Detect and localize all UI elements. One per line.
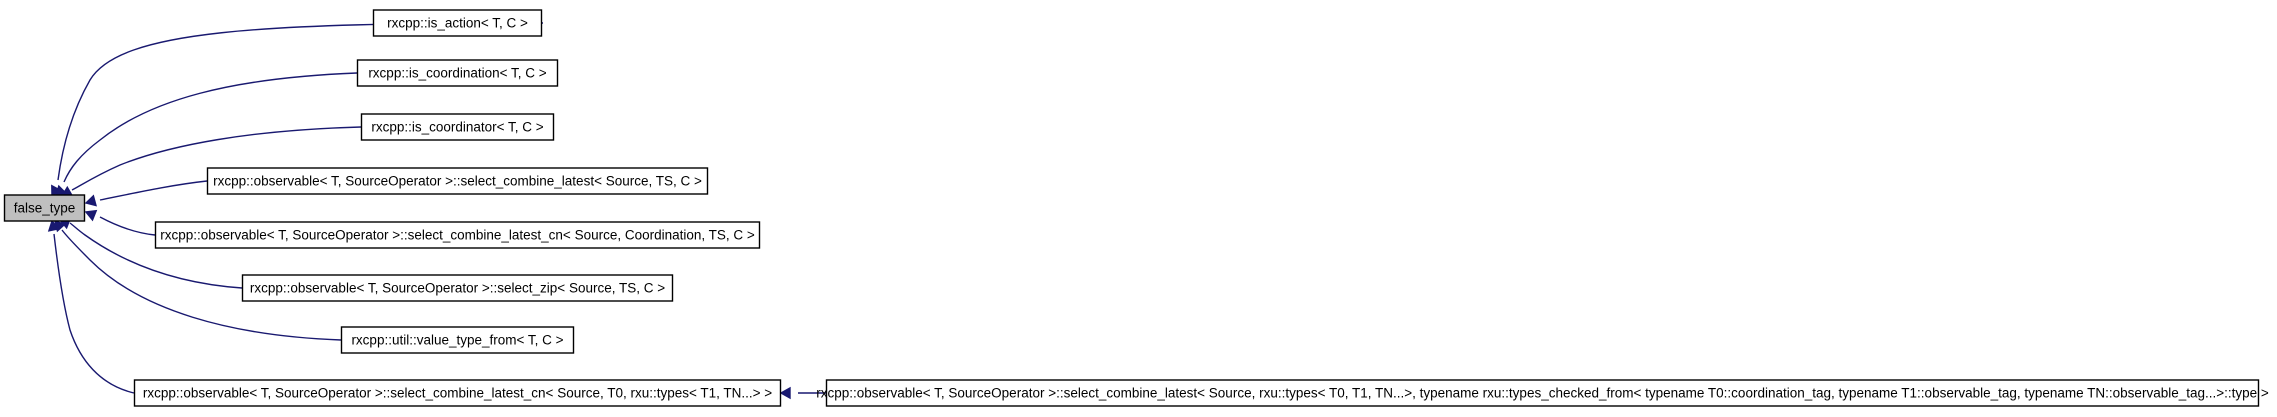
node-select-combine-latest-types-checked-label: rxcpp::observable< T, SourceOperator >::…: [816, 386, 2269, 401]
node-root[interactable]: false_type: [3, 194, 86, 222]
edge-select-combine-latest-cn-types: [47, 219, 135, 394]
node-root-label: false_type: [14, 201, 76, 216]
edge-line: [57, 22, 544, 181]
node-select-combine-latest-cn-types[interactable]: rxcpp::observable< T, SourceOperator >::…: [133, 379, 782, 407]
edge-line: [63, 72, 358, 183]
node-is-coordination[interactable]: rxcpp::is_coordination< T, C >: [356, 59, 559, 87]
node-select-combine-latest[interactable]: rxcpp::observable< T, SourceOperator >::…: [206, 167, 709, 195]
edge-line: [99, 216, 156, 236]
nodes-layer: false_type rxcpp::is_action< T, C > rxcp…: [3, 9, 2269, 407]
node-select-combine-latest-label: rxcpp::observable< T, SourceOperator >::…: [213, 174, 702, 189]
node-is-coordinator[interactable]: rxcpp::is_coordinator< T, C >: [360, 113, 555, 141]
node-is-action-label: rxcpp::is_action< T, C >: [387, 16, 528, 31]
node-is-action[interactable]: rxcpp::is_action< T, C >: [372, 9, 543, 37]
node-is-coordinator-label: rxcpp::is_coordinator< T, C >: [371, 120, 543, 135]
edge-arrowhead: [779, 386, 791, 400]
node-select-combine-latest-cn-label: rxcpp::observable< T, SourceOperator >::…: [160, 228, 755, 243]
edge-arrowhead: [84, 209, 98, 222]
node-value-type-from-label: rxcpp::util::value_type_from< T, C >: [351, 333, 563, 348]
edge-arrowhead: [84, 194, 97, 207]
node-is-coordination-label: rxcpp::is_coordination< T, C >: [368, 66, 546, 81]
inheritance-diagram: false_type rxcpp::is_action< T, C > rxcp…: [3, 9, 2269, 407]
node-select-combine-latest-types-checked[interactable]: rxcpp::observable< T, SourceOperator >::…: [816, 379, 2269, 407]
node-select-combine-latest-cn-types-label: rxcpp::observable< T, SourceOperator >::…: [143, 386, 772, 401]
node-select-zip-label: rxcpp::observable< T, SourceOperator >::…: [250, 281, 665, 296]
node-select-zip[interactable]: rxcpp::observable< T, SourceOperator >::…: [241, 274, 674, 302]
edge-select-combine-latest: [84, 180, 208, 207]
node-select-combine-latest-cn[interactable]: rxcpp::observable< T, SourceOperator >::…: [154, 221, 761, 249]
node-value-type-from[interactable]: rxcpp::util::value_type_from< T, C >: [340, 326, 575, 354]
edge-select-combine-latest-cn: [84, 209, 156, 236]
edge-line: [99, 180, 208, 201]
